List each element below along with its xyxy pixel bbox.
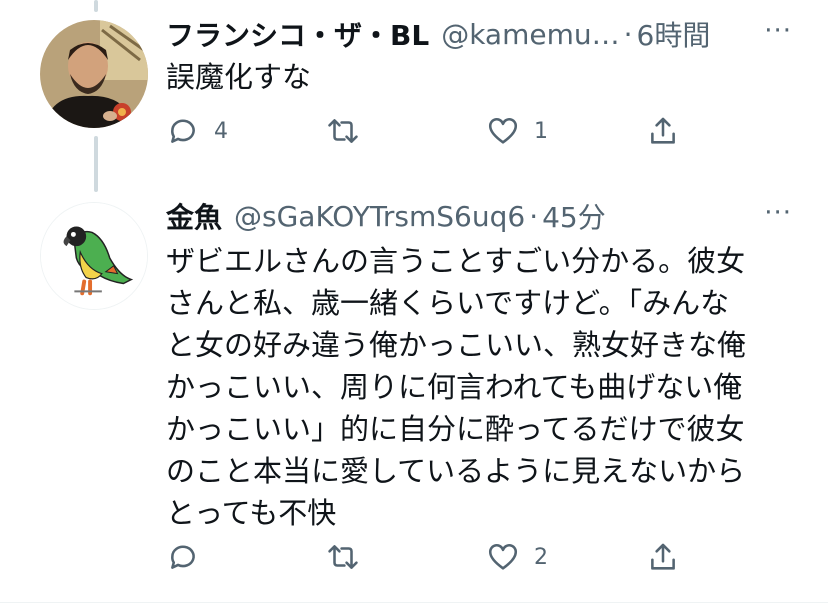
timestamp[interactable]: 6時間 (637, 14, 711, 54)
reply-count: 4 (214, 118, 228, 144)
reply-button[interactable]: 4 (166, 114, 228, 148)
like-button[interactable]: 2 (486, 540, 548, 574)
retweet-button[interactable] (326, 114, 374, 148)
retweet-icon (328, 119, 358, 143)
bottom-divider (0, 602, 828, 603)
tweet-header: 金魚 @sGaKOYTrsmS6uq6 · 45分 (166, 196, 606, 236)
tweet-header: フランシコ・ザ・BL @kamemu… · 6時間 (166, 14, 710, 54)
like-button[interactable]: 1 (486, 114, 548, 148)
thread-line-connector (94, 136, 98, 192)
like-count: 2 (534, 544, 548, 570)
user-handle[interactable]: @kamemu… (441, 18, 619, 51)
share-icon (651, 543, 675, 570)
share-button[interactable] (646, 540, 680, 574)
reply-button[interactable] (166, 540, 214, 574)
avatar-saint-portrait[interactable] (40, 20, 148, 128)
reply-icon (171, 119, 195, 143)
more-options-icon[interactable]: ··· (764, 16, 792, 46)
display-name[interactable]: 金魚 (166, 196, 222, 236)
tweet-actions: 4 1 (166, 112, 686, 152)
tweet-text: 誤魔化すな (166, 60, 312, 94)
avatar-parrot[interactable] (40, 202, 148, 310)
tweet-text: ザビエルさんの言うことすごい分かる。彼女 さんと私、歳一緒くらいですけど。「みん… (166, 244, 747, 530)
more-options-icon[interactable]: ··· (764, 198, 792, 228)
heart-icon (488, 543, 518, 570)
heart-icon (488, 117, 518, 144)
tweet-actions: 2 (166, 538, 686, 578)
reply-icon (171, 545, 195, 569)
share-button[interactable] (646, 114, 680, 148)
retweet-icon (328, 545, 358, 569)
retweet-button[interactable] (326, 540, 374, 574)
timestamp[interactable]: 45分 (542, 196, 606, 236)
thread-line-top (94, 0, 98, 12)
separator-dot: · (529, 199, 539, 233)
user-handle[interactable]: @sGaKOYTrsmS6uq6 (234, 200, 525, 233)
share-icon (651, 117, 675, 144)
display-name[interactable]: フランシコ・ザ・BL (166, 14, 429, 54)
separator-dot: · (623, 17, 633, 51)
like-count: 1 (534, 118, 548, 144)
